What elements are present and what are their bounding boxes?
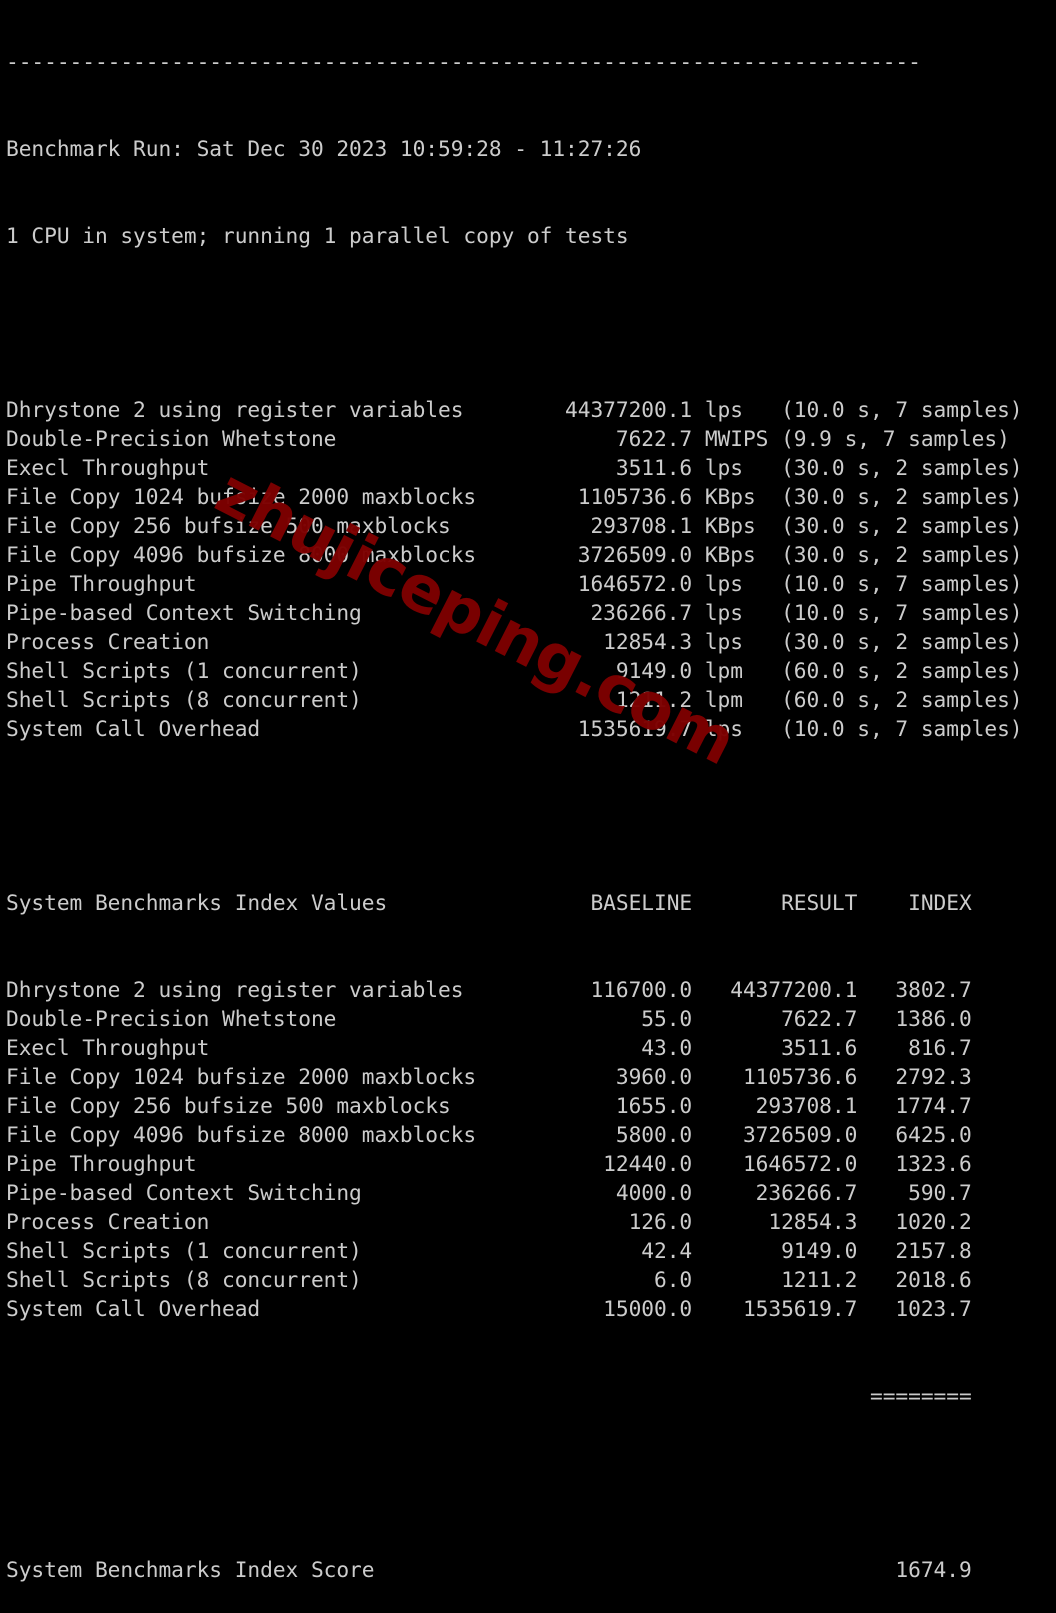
terminal-output: ----------------------------------------… bbox=[6, 0, 1023, 1613]
index-row: Shell Scripts (1 concurrent) 42.4 9149.0… bbox=[6, 1238, 972, 1263]
index-row: Process Creation 126.0 12854.3 1020.2 bbox=[6, 1209, 972, 1234]
index-row: Dhrystone 2 using register variables 116… bbox=[6, 977, 972, 1002]
cpu-info-line: 1 CPU in system; running 1 parallel copy… bbox=[6, 223, 629, 248]
result-row: System Call Overhead 1535619.7 lps (10.0… bbox=[6, 716, 1023, 741]
index-row: Shell Scripts (8 concurrent) 6.0 1211.2 … bbox=[6, 1267, 972, 1292]
score-separator: ======== bbox=[6, 1383, 972, 1408]
result-row: Dhrystone 2 using register variables 443… bbox=[6, 397, 1023, 422]
result-row: Shell Scripts (1 concurrent) 9149.0 lpm … bbox=[6, 658, 1023, 683]
result-row: Execl Throughput 3511.6 lps (30.0 s, 2 s… bbox=[6, 455, 1023, 480]
index-row: Pipe-based Context Switching 4000.0 2362… bbox=[6, 1180, 972, 1205]
separator-line: ----------------------------------------… bbox=[6, 49, 921, 74]
index-row: File Copy 1024 bufsize 2000 maxblocks 39… bbox=[6, 1064, 972, 1089]
index-row: File Copy 4096 bufsize 8000 maxblocks 58… bbox=[6, 1122, 972, 1147]
result-row: Shell Scripts (8 concurrent) 1211.2 lpm … bbox=[6, 687, 1023, 712]
result-row: File Copy 256 bufsize 500 maxblocks 2937… bbox=[6, 513, 1023, 538]
index-values-table: Dhrystone 2 using register variables 116… bbox=[6, 975, 1022, 1323]
result-row: Pipe-based Context Switching 236266.7 lp… bbox=[6, 600, 1023, 625]
index-row: File Copy 256 bufsize 500 maxblocks 1655… bbox=[6, 1093, 972, 1118]
index-row: Pipe Throughput 12440.0 1646572.0 1323.6 bbox=[6, 1151, 972, 1176]
index-score-line: System Benchmarks Index Score 1674.9 bbox=[6, 1557, 972, 1582]
index-row: System Call Overhead 15000.0 1535619.7 1… bbox=[6, 1296, 972, 1321]
result-row: Pipe Throughput 1646572.0 lps (10.0 s, 7… bbox=[6, 571, 1023, 596]
benchmark-run-line: Benchmark Run: Sat Dec 30 2023 10:59:28 … bbox=[6, 136, 642, 161]
index-values-header: System Benchmarks Index Values BASELINE … bbox=[6, 890, 972, 915]
raw-results-list: Dhrystone 2 using register variables 443… bbox=[6, 395, 1023, 743]
index-row: Execl Throughput 43.0 3511.6 816.7 bbox=[6, 1035, 972, 1060]
result-row: Double-Precision Whetstone 7622.7 MWIPS … bbox=[6, 426, 1010, 451]
result-row: Process Creation 12854.3 lps (30.0 s, 2 … bbox=[6, 629, 1023, 654]
index-row: Double-Precision Whetstone 55.0 7622.7 1… bbox=[6, 1006, 972, 1031]
result-row: File Copy 4096 bufsize 8000 maxblocks 37… bbox=[6, 542, 1023, 567]
result-row: File Copy 1024 bufsize 2000 maxblocks 11… bbox=[6, 484, 1023, 509]
